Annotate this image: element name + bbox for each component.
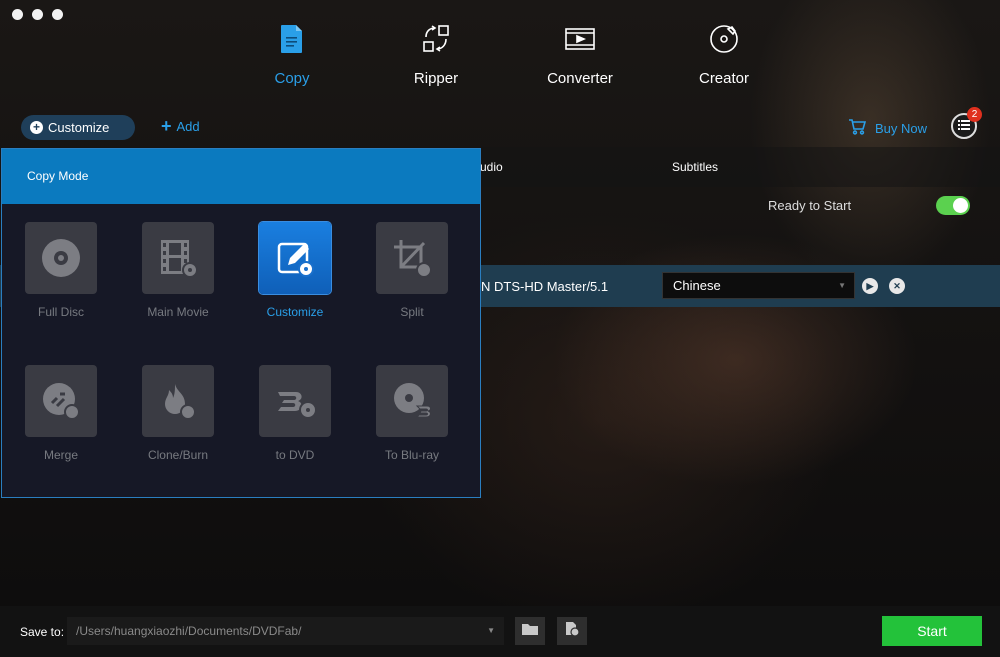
- mode-main-movie[interactable]: Main Movie: [128, 222, 228, 319]
- subtitle-select[interactable]: Chinese ▼: [662, 272, 855, 299]
- mode-full-disc[interactable]: Full Disc: [11, 222, 111, 319]
- chevron-down-icon: ▼: [838, 281, 846, 290]
- mode-clone-burn-label: Clone/Burn: [147, 448, 209, 462]
- mode-to-dvd-label: to DVD: [275, 448, 315, 462]
- subtitle-select-value: Chinese: [673, 278, 721, 293]
- split-icon: [376, 222, 448, 294]
- window-controls: [12, 9, 63, 20]
- mode-full-disc-label: Full Disc: [37, 305, 84, 319]
- disc-icon: [25, 222, 97, 294]
- browse-folder-button[interactable]: [515, 617, 545, 645]
- mode-merge-label: Merge: [43, 448, 78, 462]
- close-window-button[interactable]: [12, 9, 23, 20]
- nav-ripper-label: Ripper: [413, 70, 459, 87]
- close-icon: ✕: [893, 281, 901, 291]
- minimize-window-button[interactable]: [32, 9, 43, 20]
- maximize-window-button[interactable]: [52, 9, 63, 20]
- plus-icon: +: [161, 116, 172, 136]
- mode-split-label: Split: [400, 305, 424, 319]
- remove-button[interactable]: ✕: [889, 278, 905, 294]
- nav-ripper[interactable]: Ripper: [376, 22, 496, 87]
- buy-now-label: Buy Now: [875, 121, 928, 136]
- play-icon: ▶: [866, 281, 874, 291]
- cart-icon: [848, 119, 867, 138]
- folder-icon: [522, 622, 538, 640]
- copy-mode-title: Copy Mode: [2, 149, 480, 204]
- nav-copy[interactable]: Copy: [232, 22, 352, 87]
- bluray-to-dvd-icon: [259, 365, 331, 437]
- output-path-value: /Users/huangxiaozhi/Documents/DVDFab/: [76, 624, 302, 638]
- mode-split[interactable]: Split: [362, 222, 462, 319]
- customize-mode-button[interactable]: + Customize: [21, 115, 135, 140]
- customize-mode-label: Customize: [48, 120, 110, 135]
- fire-icon: [142, 365, 214, 437]
- queue-count-badge: 2: [967, 107, 982, 122]
- subtitles-column-header: Subtitles: [672, 160, 719, 174]
- add-source-button[interactable]: + Add: [161, 116, 200, 136]
- save-to-label: Save to:: [20, 625, 65, 639]
- enable-toggle[interactable]: [936, 196, 970, 215]
- creator-icon: [664, 22, 784, 56]
- mode-customize-label: Customize: [266, 305, 324, 319]
- plus-circle-icon: +: [30, 121, 43, 134]
- start-button[interactable]: Start: [882, 616, 982, 646]
- status-text: Ready to Start: [768, 198, 852, 213]
- ripper-icon: [376, 22, 496, 56]
- audio-track-value[interactable]: N DTS-HD Master/5.1: [481, 279, 608, 294]
- mode-customize[interactable]: Customize: [245, 222, 345, 319]
- dvd-to-bluray-icon: [376, 365, 448, 437]
- copy-mode-panel: Copy Mode Full Disc Main Movie Customize…: [1, 148, 481, 498]
- film-icon: [142, 222, 214, 294]
- output-path-field[interactable]: /Users/huangxiaozhi/Documents/DVDFab/ ▼: [67, 617, 504, 645]
- nav-converter-label: Converter: [547, 70, 613, 87]
- mode-to-bluray[interactable]: To Blu-ray: [362, 365, 462, 462]
- iso-file-icon: [564, 621, 580, 642]
- mode-clone-burn[interactable]: Clone/Burn: [128, 365, 228, 462]
- add-label: Add: [176, 119, 200, 134]
- save-to-iso-button[interactable]: [557, 617, 587, 645]
- nav-creator[interactable]: Creator: [664, 22, 784, 87]
- module-nav: Copy Ripper Converter Creator: [220, 22, 800, 92]
- mode-to-bluray-label: To Blu-ray: [384, 448, 440, 462]
- audio-column-header: udio: [480, 160, 503, 174]
- buy-now-button[interactable]: Buy Now: [848, 119, 927, 138]
- chevron-down-icon[interactable]: ▼: [487, 617, 495, 645]
- nav-creator-label: Creator: [698, 70, 750, 87]
- converter-icon: [520, 22, 640, 56]
- mode-to-dvd[interactable]: to DVD: [245, 365, 345, 462]
- mode-main-movie-label: Main Movie: [147, 305, 209, 319]
- nav-copy-label: Copy: [274, 70, 310, 87]
- nav-converter[interactable]: Converter: [520, 22, 640, 87]
- mode-merge[interactable]: Merge: [11, 365, 111, 462]
- copy-icon: [232, 22, 352, 56]
- merge-icon: [25, 365, 97, 437]
- edit-icon: [259, 222, 331, 294]
- play-button[interactable]: ▶: [862, 278, 878, 294]
